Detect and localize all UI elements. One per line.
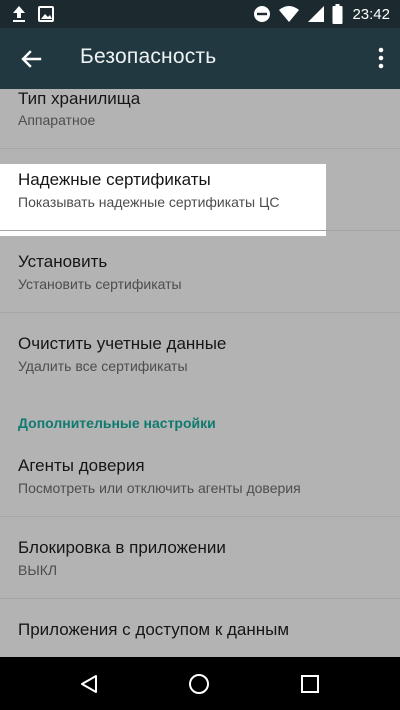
list-item-title: Тип хранилища — [18, 89, 141, 108]
list-item-title: Приложения с доступом к данным — [18, 620, 290, 639]
list-item-title: Надежные сертификаты — [18, 170, 211, 189]
status-time: 23:42 — [352, 5, 390, 23]
navigation-bar — [0, 657, 400, 710]
list-item-clear-credentials[interactable]: Очистить учетные данные Удалить все серт… — [0, 313, 400, 394]
back-button[interactable] — [16, 44, 46, 74]
list-item-title: Очистить учетные данные — [18, 334, 227, 353]
battery-icon — [332, 4, 343, 24]
list-item-trust-agents[interactable]: Агенты доверия Посмотреть или отключить … — [0, 435, 400, 516]
app-bar: Безопасность — [0, 28, 400, 89]
list-item-storage-type[interactable]: Тип хранилища Аппаратное — [0, 89, 400, 148]
list-item-summary: Аппаратное — [18, 112, 96, 128]
recents-square-icon[interactable] — [300, 674, 320, 694]
list-item-usage-access[interactable]: Приложения с доступом к данным — [0, 599, 400, 657]
section-header-advanced: Дополнительные настройки — [18, 415, 216, 431]
list-item-summary: ВЫКЛ — [18, 562, 58, 578]
settings-list: Тип хранилища Аппаратное Надежные сертиф… — [0, 89, 400, 657]
list-item-trusted-certificates[interactable]: Надежные сертификаты Показывать надежные… — [0, 149, 400, 230]
list-item-install[interactable]: Установить Установить сертификаты — [0, 231, 400, 312]
signal-icon — [308, 6, 325, 22]
do-not-disturb-icon — [254, 6, 271, 22]
notification-icons — [12, 5, 54, 23]
list-item-title: Установить — [18, 252, 108, 271]
list-item-screen-pinning[interactable]: Блокировка в приложении ВЫКЛ — [0, 517, 400, 598]
list-item-title: Блокировка в приложении — [18, 538, 226, 557]
system-icons: 23:42 — [253, 4, 390, 24]
page-title: Безопасность — [80, 45, 217, 68]
wifi-icon — [279, 6, 300, 22]
back-triangle-icon[interactable] — [79, 674, 99, 694]
list-item-summary: Посмотреть или отключить агенты доверия — [18, 480, 301, 496]
upload-icon — [13, 6, 25, 22]
list-item-title: Агенты доверия — [18, 456, 145, 475]
list-item-summary: Удалить все сертификаты — [18, 358, 188, 374]
image-icon — [38, 6, 54, 22]
list-item-summary: Установить сертификаты — [18, 276, 182, 292]
list-item-summary: Показывать надежные сертификаты ЦС — [18, 194, 280, 210]
status-bar: 23:42 — [0, 0, 400, 28]
overflow-menu-button[interactable] — [376, 46, 386, 72]
more-vert-icon — [378, 47, 384, 69]
home-circle-icon[interactable] — [188, 673, 210, 695]
arrow-back-icon — [21, 50, 42, 68]
